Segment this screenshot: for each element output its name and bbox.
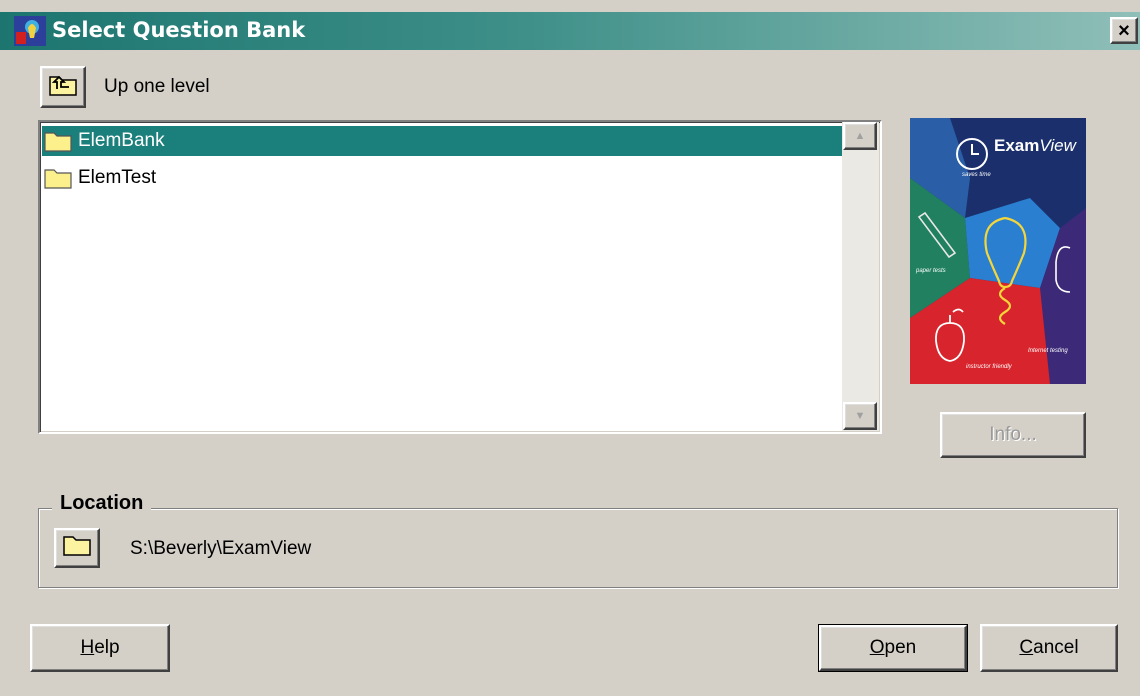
help-button[interactable]: Help — [30, 624, 170, 672]
question-bank-list[interactable]: ElemBank ElemTest — [38, 120, 882, 434]
info-button[interactable]: Info... — [940, 412, 1086, 458]
open-button-face: Open — [819, 625, 967, 671]
location-path: S:\Beverly\ExamView — [130, 538, 312, 559]
cancel-button[interactable]: Cancel — [980, 624, 1118, 672]
location-group-label: Location — [52, 492, 152, 515]
vertical-scrollbar[interactable]: ▲ ▼ — [842, 122, 879, 431]
open-button[interactable]: Open — [818, 624, 968, 672]
folder-icon — [63, 534, 91, 562]
examview-logo: ExamView saves time paper tests Internet… — [910, 118, 1086, 384]
logo-caption: saves time — [962, 172, 991, 178]
list-item[interactable]: ElemTest — [42, 163, 842, 193]
info-button-label: Info... — [989, 424, 1037, 445]
list-item-label: ElemBank — [78, 130, 165, 151]
folder-icon — [44, 167, 72, 189]
logo-caption: paper tests — [916, 268, 946, 274]
list-item-label: ElemTest — [78, 167, 157, 188]
close-icon: × — [1118, 19, 1130, 42]
folder-icon — [44, 130, 72, 152]
scroll-up-button[interactable]: ▲ — [843, 122, 877, 150]
up-one-level-button[interactable] — [40, 66, 86, 108]
logo-brand-view: View — [1039, 136, 1076, 155]
arrow-down-icon: ▼ — [854, 410, 866, 422]
open-button-label: Open — [869, 637, 917, 658]
folder-up-icon — [49, 72, 77, 102]
arrow-up-icon: ▲ — [854, 130, 866, 142]
logo-caption: instructor friendly — [966, 364, 1012, 370]
app-icon[interactable] — [14, 16, 46, 46]
up-one-level-label: Up one level — [104, 76, 210, 97]
window-title: Select Question Bank — [52, 18, 306, 42]
close-button[interactable]: × — [1110, 17, 1138, 44]
list-item[interactable]: ElemBank — [42, 126, 842, 156]
logo-brand: ExamView — [994, 136, 1076, 156]
help-button-label: Help — [80, 637, 120, 658]
scroll-down-button[interactable]: ▼ — [843, 402, 877, 430]
browse-location-button[interactable] — [54, 528, 100, 568]
logo-caption: Internet testing — [1028, 348, 1068, 354]
cancel-button-label: Cancel — [1019, 637, 1079, 658]
logo-brand-exam: Exam — [994, 136, 1040, 155]
